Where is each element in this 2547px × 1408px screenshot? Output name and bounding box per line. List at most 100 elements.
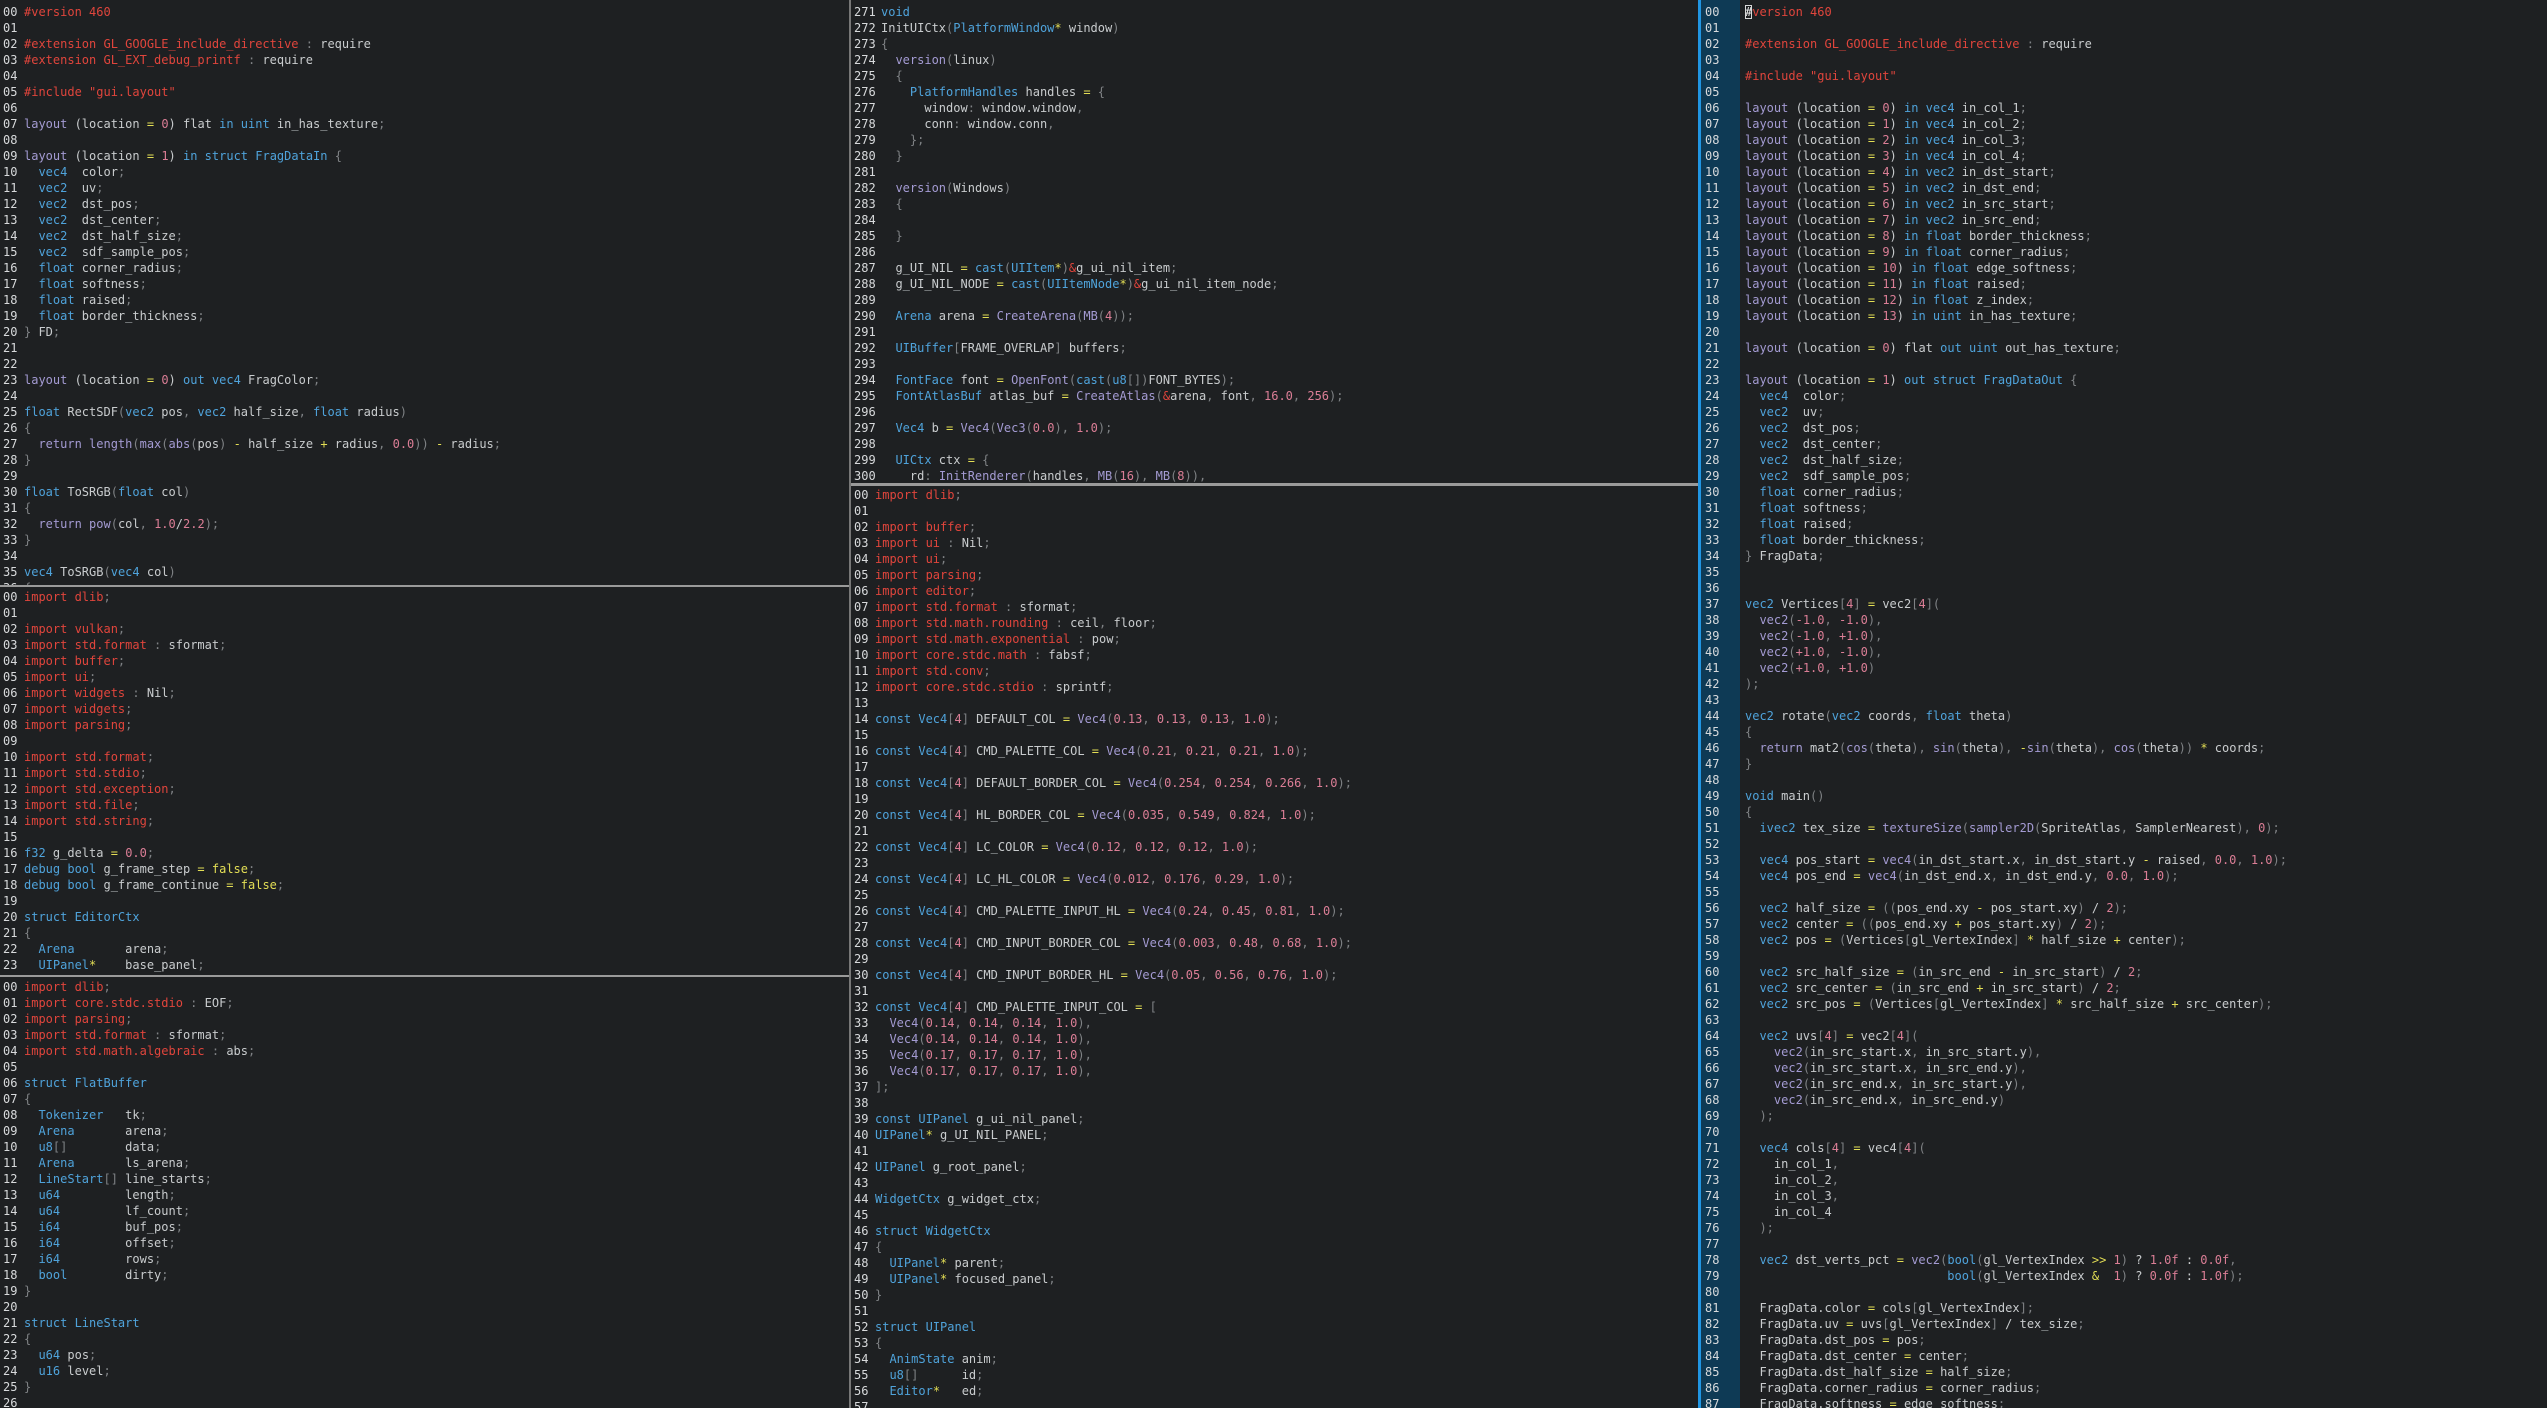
code-line[interactable]: 46struct WidgetCtx (851, 1223, 1698, 1239)
code-line[interactable]: 14 u64 lf_count; (0, 1203, 849, 1219)
code-line[interactable]: 287 g_UI_NIL = cast(UIItem*)&g_ui_nil_it… (851, 260, 1698, 276)
code-line[interactable]: 10import core.stdc.math : fabsf; (851, 647, 1698, 663)
code-line[interactable]: 12import core.stdc.stdio : sprintf; (851, 679, 1698, 695)
code-line[interactable]: 04import ui; (851, 551, 1698, 567)
code-line[interactable]: 20struct EditorCtx (0, 909, 849, 925)
code-line[interactable]: 09 (0, 733, 849, 749)
code-line[interactable]: 45 (851, 1207, 1698, 1223)
code-line[interactable]: 35 Vec4(0.17, 0.17, 0.17, 1.0), (851, 1047, 1698, 1063)
code-line[interactable]: 51 (851, 1303, 1698, 1319)
code-line[interactable]: 02import parsing; (0, 1011, 849, 1027)
code-line[interactable]: 14import std.string; (0, 813, 849, 829)
left-top-pane[interactable]: 00#version 4600102#extension GL_GOOGLE_i… (0, 0, 849, 585)
code-line[interactable]: 26 (0, 1395, 849, 1408)
code-line[interactable]: 41 vec2(+1.0, +1.0) (1701, 660, 2547, 676)
code-line[interactable]: 06import widgets : Nil; (0, 685, 849, 701)
code-line[interactable]: 03#extension GL_EXT_debug_printf : requi… (0, 52, 849, 68)
code-line[interactable]: 16 float corner_radius; (0, 260, 849, 276)
code-line[interactable]: 52 (1701, 836, 2547, 852)
code-line[interactable]: 292 UIBuffer[FRAME_OVERLAP] buffers; (851, 340, 1698, 356)
code-line[interactable]: 14 vec2 dst_half_size; (0, 228, 849, 244)
code-line[interactable]: 280 } (851, 148, 1698, 164)
code-line[interactable]: 21 (851, 823, 1698, 839)
code-line[interactable]: 67 vec2(in_src_end.x, in_src_start.y), (1701, 1076, 2547, 1092)
middle-pane-divider[interactable] (851, 483, 1698, 486)
code-line[interactable]: 29 (0, 468, 849, 484)
code-line[interactable]: 57 vec2 center = ((pos_end.xy + pos_star… (1701, 916, 2547, 932)
code-line[interactable]: 55 (1701, 884, 2547, 900)
code-line[interactable]: 298 (851, 436, 1698, 452)
code-line[interactable]: 295 FontAtlasBuf atlas_buf = CreateAtlas… (851, 388, 1698, 404)
code-line[interactable]: 02#extension GL_GOOGLE_include_directive… (1701, 36, 2547, 52)
code-line[interactable]: 04import buffer; (0, 653, 849, 669)
code-line[interactable]: 24const Vec4[4] LC_HL_COLOR = Vec4(0.012… (851, 871, 1698, 887)
code-line[interactable]: 13 (851, 695, 1698, 711)
code-line[interactable]: 273{ (851, 36, 1698, 52)
code-line[interactable]: 13import std.file; (0, 797, 849, 813)
code-line[interactable]: 37vec2 Vertices[4] = vec2[4]( (1701, 596, 2547, 612)
code-line[interactable]: 283 { (851, 196, 1698, 212)
code-line[interactable]: 83 FragData.dst_pos = pos; (1701, 1332, 2547, 1348)
code-line[interactable]: 23layout (location = 1) out struct FragD… (1701, 372, 2547, 388)
code-line[interactable]: 09layout (location = 3) in vec4 in_col_4… (1701, 148, 2547, 164)
code-line[interactable]: 54 AnimState anim; (851, 1351, 1698, 1367)
code-line[interactable]: 84 FragData.dst_center = center; (1701, 1348, 2547, 1364)
code-line[interactable]: 63 (1701, 1012, 2547, 1028)
code-line[interactable]: 23 (851, 855, 1698, 871)
code-line[interactable]: 30 float corner_radius; (1701, 484, 2547, 500)
code-line[interactable]: 10 u8[] data; (0, 1139, 849, 1155)
code-line[interactable]: 33 float border_thickness; (1701, 532, 2547, 548)
code-line[interactable]: 17debug bool g_frame_step = false; (0, 861, 849, 877)
code-line[interactable]: 13 u64 length; (0, 1187, 849, 1203)
code-line[interactable]: 31 (851, 983, 1698, 999)
left-pane-divider-1[interactable] (0, 585, 849, 587)
code-line[interactable]: 39 vec2(-1.0, +1.0), (1701, 628, 2547, 644)
code-line[interactable]: 22{ (0, 1331, 849, 1347)
code-line[interactable]: 284 (851, 212, 1698, 228)
code-line[interactable]: 00#version 460 (1701, 4, 2547, 20)
code-line[interactable]: 66 vec2(in_src_start.x, in_src_end.y), (1701, 1060, 2547, 1076)
code-line[interactable]: 69 ); (1701, 1108, 2547, 1124)
code-line[interactable]: 21 (0, 340, 849, 356)
code-line[interactable]: 14layout (location = 8) in float border_… (1701, 228, 2547, 244)
code-line[interactable]: 52struct UIPanel (851, 1319, 1698, 1335)
code-line[interactable]: 15 i64 buf_pos; (0, 1219, 849, 1235)
code-line[interactable]: 18 float raised; (0, 292, 849, 308)
code-line[interactable]: 01 (0, 20, 849, 36)
code-line[interactable]: 27 return length(max(abs(pos) - half_siz… (0, 436, 849, 452)
code-line[interactable]: 34 Vec4(0.14, 0.14, 0.14, 1.0), (851, 1031, 1698, 1047)
code-line[interactable]: 01import core.stdc.stdio : EOF; (0, 995, 849, 1011)
code-line[interactable]: 33} (0, 532, 849, 548)
code-line[interactable]: 07import widgets; (0, 701, 849, 717)
code-line[interactable]: 04 (0, 68, 849, 84)
left-pane-divider-2[interactable] (0, 975, 849, 977)
code-line[interactable]: 49 UIPanel* focused_panel; (851, 1271, 1698, 1287)
code-line[interactable]: 01 (0, 605, 849, 621)
code-line[interactable]: 34 (0, 548, 849, 564)
code-line[interactable]: 12 vec2 dst_pos; (0, 196, 849, 212)
code-line[interactable]: 07layout (location = 1) in vec4 in_col_2… (1701, 116, 2547, 132)
code-line[interactable]: 07import std.format : sformat; (851, 599, 1698, 615)
code-line[interactable]: 32const Vec4[4] CMD_PALETTE_INPUT_COL = … (851, 999, 1698, 1015)
code-line[interactable]: 22 (0, 356, 849, 372)
code-line[interactable]: 29 vec2 sdf_sample_pos; (1701, 468, 2547, 484)
code-line[interactable]: 68 vec2(in_src_end.x, in_src_end.y) (1701, 1092, 2547, 1108)
code-line[interactable]: 12import std.exception; (0, 781, 849, 797)
code-line[interactable]: 22 Arena arena; (0, 941, 849, 957)
code-line[interactable]: 22 (1701, 356, 2547, 372)
code-line[interactable]: 297 Vec4 b = Vec4(Vec3(0.0), 1.0); (851, 420, 1698, 436)
code-line[interactable]: 20 (1701, 324, 2547, 340)
code-line[interactable]: 17 (851, 759, 1698, 775)
code-line[interactable]: 01 (851, 503, 1698, 519)
code-line[interactable]: 81 FragData.color = cols[gl_VertexIndex]… (1701, 1300, 2547, 1316)
code-line[interactable]: 00#version 460 (0, 4, 849, 20)
code-line[interactable]: 10layout (location = 4) in vec2 in_dst_s… (1701, 164, 2547, 180)
code-line[interactable]: 21layout (location = 0) flat out uint ou… (1701, 340, 2547, 356)
code-line[interactable]: 15 vec2 sdf_sample_pos; (0, 244, 849, 260)
code-line[interactable]: 18const Vec4[4] DEFAULT_BORDER_COL = Vec… (851, 775, 1698, 791)
code-line[interactable]: 32 return pow(col, 1.0/2.2); (0, 516, 849, 532)
code-line[interactable]: 13layout (location = 7) in vec2 in_src_e… (1701, 212, 2547, 228)
code-line[interactable]: 27 vec2 dst_center; (1701, 436, 2547, 452)
code-line[interactable]: 16layout (location = 10) in float edge_s… (1701, 260, 2547, 276)
code-line[interactable]: 87 FragData.softness = edge_softness; (1701, 1396, 2547, 1408)
